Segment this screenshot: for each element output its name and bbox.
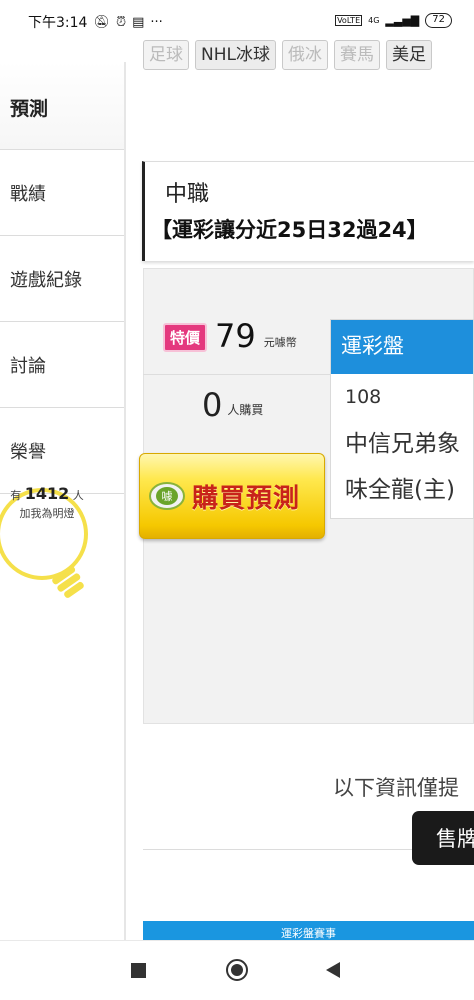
buyers-number: 0 <box>202 386 223 424</box>
game-card-header: 運彩盤 <box>331 320 473 374</box>
volte-icon: VoLTE <box>335 15 363 26</box>
battery-icon: 72 <box>425 13 452 28</box>
sport-tab-american-football[interactable]: 美足 <box>385 40 432 70</box>
sidebar-tab-predict[interactable]: 預測 <box>0 62 124 150</box>
status-right: VoLTE 4G ▂▃▅▇ 72 <box>335 13 452 28</box>
sidebar-item-record[interactable]: 戰績 <box>0 150 124 236</box>
status-icons: 🔕︎ ⏰︎ ▤ ··· <box>93 15 162 30</box>
buy-prediction-button[interactable]: 噱 購買預測 <box>139 453 325 539</box>
home-team: 味全龍(主) <box>345 477 455 503</box>
back-icon[interactable] <box>326 962 340 978</box>
coin-icon: 噱 <box>149 482 185 510</box>
status-time: 下午3:14 <box>28 15 88 31</box>
system-nav-bar <box>0 940 474 1000</box>
price-value: 79 <box>215 317 256 355</box>
sell-button[interactable]: 售牌 <box>412 811 474 865</box>
recent-apps-icon[interactable] <box>131 963 146 978</box>
special-price-badge: 特價 <box>163 323 208 352</box>
status-bar: 下午3:14 🔕︎ ⏰︎ ▤ ··· VoLTE 4G ▂▃▅▇ 72 <box>0 0 474 44</box>
signal-icon: ▂▃▅▇ <box>385 14 420 27</box>
sport-tab-russian-hockey[interactable]: 俄冰 <box>281 40 328 70</box>
buyers-unit: 人購買 <box>227 403 264 417</box>
league-card: 中職 【運彩讓分近25日32過24】 <box>142 161 474 261</box>
lamp-info: 有 1412 人 加我為明燈 <box>0 485 94 523</box>
price-row: 特價 79 元噱幣 <box>163 320 297 352</box>
price-divider <box>143 374 331 375</box>
sidebar-item-game-history[interactable]: 遊戲紀錄 <box>0 236 124 322</box>
league-name: 中職 <box>165 182 210 207</box>
away-team: 中信兄弟象 <box>345 431 460 457</box>
game-number: 108 <box>345 386 382 408</box>
lamp-caption[interactable]: 加我為明燈 <box>20 507 75 520</box>
sidebar-item-discussion[interactable]: 討論 <box>0 322 124 408</box>
game-section-header: 運彩盤賽事 <box>143 921 474 940</box>
price-unit: 元噱幣 <box>263 336 297 349</box>
more-dots-icon: ··· <box>150 14 163 30</box>
game-card[interactable]: 運彩盤 108 中信兄弟象 味全龍(主) <box>330 319 474 519</box>
lamp-count: 1412 <box>24 484 70 503</box>
home-icon[interactable] <box>226 959 248 981</box>
sport-tab-football[interactable]: 足球 <box>143 40 189 70</box>
lamp-suffix: 人 <box>72 489 84 502</box>
lamp-prefix: 有 <box>10 489 22 502</box>
alarm-clock-icon: ⏰︎ <box>115 14 127 30</box>
sport-tab-nhl[interactable]: NHL冰球 <box>195 40 276 70</box>
notification-icon: ▤ <box>132 14 145 30</box>
sport-tabs: 足球 NHL冰球 俄冰 賽馬 美足 <box>143 40 432 70</box>
buy-button-label: 購買預測 <box>192 483 301 514</box>
coin-text: 噱 <box>162 489 173 503</box>
sport-tab-horse-racing[interactable]: 賽馬 <box>333 40 380 70</box>
bell-off-icon: 🔕︎ <box>93 14 110 30</box>
info-notice: 以下資訊僅提 <box>333 776 459 800</box>
league-record: 【運彩讓分近25日32過24】 <box>151 218 428 242</box>
network-type: 4G <box>368 16 380 25</box>
buyers-count: 0 人購買 <box>202 388 263 422</box>
